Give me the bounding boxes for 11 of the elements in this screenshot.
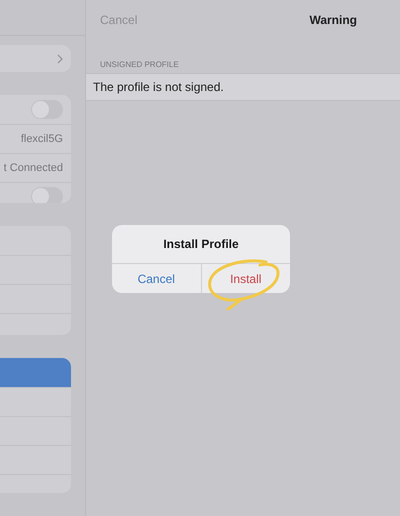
install-button[interactable]: Install [200, 264, 290, 293]
cancel-button[interactable]: Cancel [112, 264, 200, 293]
cancel-link[interactable]: Cancel [100, 13, 138, 27]
setting-value: flexcil5G [20, 132, 63, 145]
warning-text: The profile is not signed. [86, 73, 400, 101]
setting-value: t Connected [4, 162, 63, 174]
nav-title: Warning [309, 13, 357, 27]
selected-row[interactable] [0, 358, 71, 386]
section-header: UNSIGNED PROFILE [99, 59, 180, 71]
chevron-icon [57, 54, 63, 64]
alert-title: Install Profile [112, 225, 290, 264]
